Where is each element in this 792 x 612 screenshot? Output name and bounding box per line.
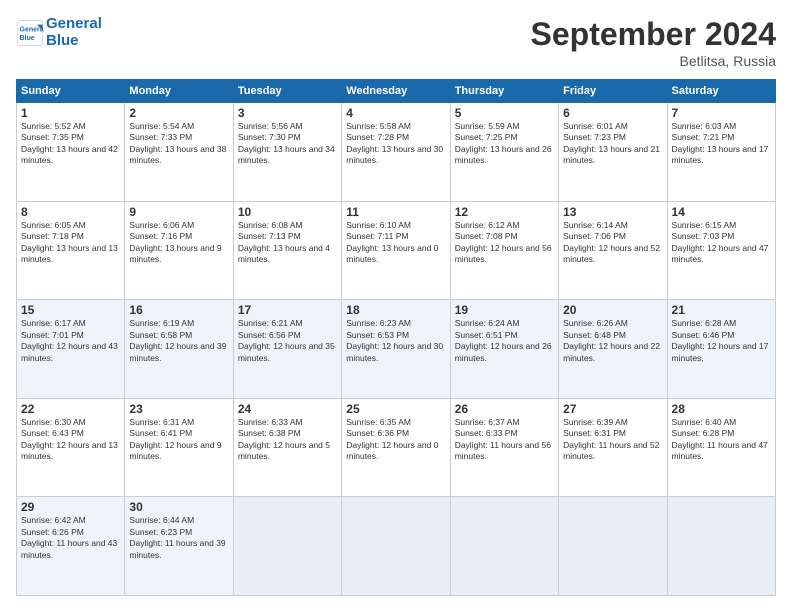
- table-row: 12Sunrise: 6:12 AMSunset: 7:08 PMDayligh…: [450, 201, 558, 300]
- table-row: 28Sunrise: 6:40 AMSunset: 6:28 PMDayligh…: [667, 398, 775, 497]
- page: General Blue General Blue September 2024…: [0, 0, 792, 612]
- col-wednesday: Wednesday: [342, 80, 450, 103]
- header: General Blue General Blue September 2024…: [16, 16, 776, 69]
- table-row: 29Sunrise: 6:42 AMSunset: 6:26 PMDayligh…: [17, 497, 125, 596]
- table-row: 9Sunrise: 6:06 AMSunset: 7:16 PMDaylight…: [125, 201, 233, 300]
- table-row: 13Sunrise: 6:14 AMSunset: 7:06 PMDayligh…: [559, 201, 667, 300]
- calendar-week-5: 29Sunrise: 6:42 AMSunset: 6:26 PMDayligh…: [17, 497, 776, 596]
- col-thursday: Thursday: [450, 80, 558, 103]
- table-row: 25Sunrise: 6:35 AMSunset: 6:36 PMDayligh…: [342, 398, 450, 497]
- month-title: September 2024: [531, 16, 776, 53]
- table-row: 11Sunrise: 6:10 AMSunset: 7:11 PMDayligh…: [342, 201, 450, 300]
- table-row: 20Sunrise: 6:26 AMSunset: 6:48 PMDayligh…: [559, 300, 667, 399]
- table-row: 4Sunrise: 5:58 AMSunset: 7:28 PMDaylight…: [342, 103, 450, 202]
- col-sunday: Sunday: [17, 80, 125, 103]
- col-tuesday: Tuesday: [233, 80, 341, 103]
- table-row: [667, 497, 775, 596]
- table-row: 7Sunrise: 6:03 AMSunset: 7:21 PMDaylight…: [667, 103, 775, 202]
- table-row: 30Sunrise: 6:44 AMSunset: 6:23 PMDayligh…: [125, 497, 233, 596]
- table-row: [450, 497, 558, 596]
- table-row: 14Sunrise: 6:15 AMSunset: 7:03 PMDayligh…: [667, 201, 775, 300]
- table-row: [559, 497, 667, 596]
- svg-text:Blue: Blue: [20, 35, 35, 42]
- table-row: 8Sunrise: 6:05 AMSunset: 7:18 PMDaylight…: [17, 201, 125, 300]
- table-row: 10Sunrise: 6:08 AMSunset: 7:13 PMDayligh…: [233, 201, 341, 300]
- calendar-week-2: 8Sunrise: 6:05 AMSunset: 7:18 PMDaylight…: [17, 201, 776, 300]
- table-row: [233, 497, 341, 596]
- col-saturday: Saturday: [667, 80, 775, 103]
- table-row: 1Sunrise: 5:52 AMSunset: 7:35 PMDaylight…: [17, 103, 125, 202]
- table-row: 19Sunrise: 6:24 AMSunset: 6:51 PMDayligh…: [450, 300, 558, 399]
- table-row: 2Sunrise: 5:54 AMSunset: 7:33 PMDaylight…: [125, 103, 233, 202]
- logo: General Blue General Blue: [16, 16, 102, 49]
- table-row: 18Sunrise: 6:23 AMSunset: 6:53 PMDayligh…: [342, 300, 450, 399]
- calendar-week-3: 15Sunrise: 6:17 AMSunset: 7:01 PMDayligh…: [17, 300, 776, 399]
- table-row: 6Sunrise: 6:01 AMSunset: 7:23 PMDaylight…: [559, 103, 667, 202]
- logo-icon: General Blue: [16, 19, 44, 47]
- table-row: 26Sunrise: 6:37 AMSunset: 6:33 PMDayligh…: [450, 398, 558, 497]
- table-row: 17Sunrise: 6:21 AMSunset: 6:56 PMDayligh…: [233, 300, 341, 399]
- title-block: September 2024 Betlitsa, Russia: [531, 16, 776, 69]
- table-row: 15Sunrise: 6:17 AMSunset: 7:01 PMDayligh…: [17, 300, 125, 399]
- location: Betlitsa, Russia: [531, 53, 776, 69]
- calendar-week-4: 22Sunrise: 6:30 AMSunset: 6:43 PMDayligh…: [17, 398, 776, 497]
- calendar-week-1: 1Sunrise: 5:52 AMSunset: 7:35 PMDaylight…: [17, 103, 776, 202]
- table-row: 23Sunrise: 6:31 AMSunset: 6:41 PMDayligh…: [125, 398, 233, 497]
- table-row: 24Sunrise: 6:33 AMSunset: 6:38 PMDayligh…: [233, 398, 341, 497]
- table-row: 27Sunrise: 6:39 AMSunset: 6:31 PMDayligh…: [559, 398, 667, 497]
- table-row: 16Sunrise: 6:19 AMSunset: 6:58 PMDayligh…: [125, 300, 233, 399]
- calendar-table: Sunday Monday Tuesday Wednesday Thursday…: [16, 79, 776, 596]
- table-row: 22Sunrise: 6:30 AMSunset: 6:43 PMDayligh…: [17, 398, 125, 497]
- col-monday: Monday: [125, 80, 233, 103]
- table-row: 5Sunrise: 5:59 AMSunset: 7:25 PMDaylight…: [450, 103, 558, 202]
- logo-subtext: Blue: [46, 32, 79, 49]
- table-row: 21Sunrise: 6:28 AMSunset: 6:46 PMDayligh…: [667, 300, 775, 399]
- col-friday: Friday: [559, 80, 667, 103]
- calendar-header-row: Sunday Monday Tuesday Wednesday Thursday…: [17, 80, 776, 103]
- logo-text: General: [46, 15, 102, 32]
- table-row: 3Sunrise: 5:56 AMSunset: 7:30 PMDaylight…: [233, 103, 341, 202]
- table-row: [342, 497, 450, 596]
